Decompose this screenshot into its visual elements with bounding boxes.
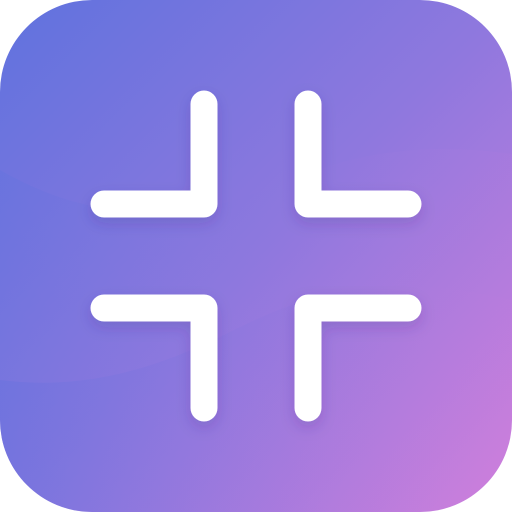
app-icon[interactable]	[0, 0, 512, 512]
canvas	[0, 0, 512, 512]
